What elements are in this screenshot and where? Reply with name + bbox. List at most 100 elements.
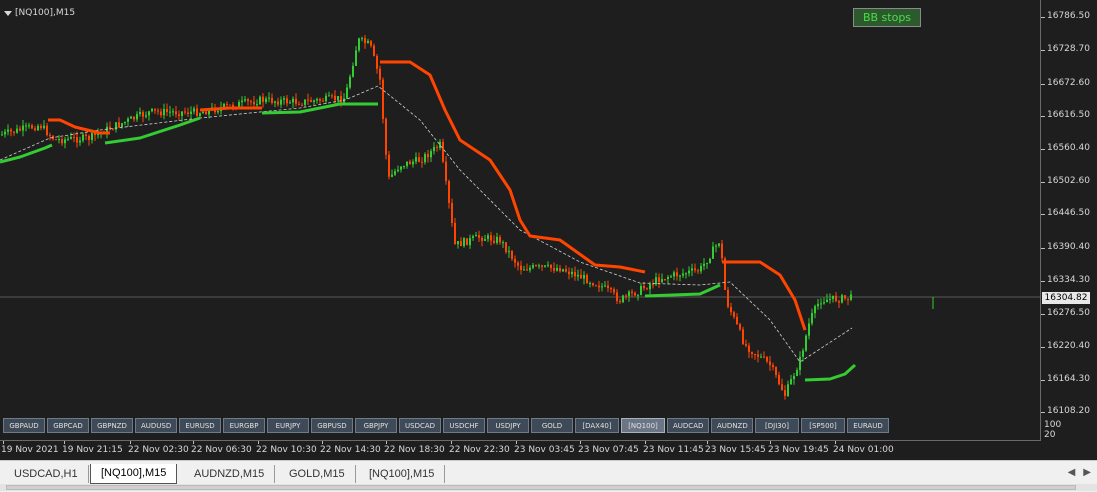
price-tick-mark — [1041, 314, 1045, 315]
indicator-scale: 100 20 — [1044, 420, 1061, 440]
time-tick-label: 23 Nov 15:45 — [705, 445, 766, 455]
bb-stops-label[interactable]: BB stops — [853, 8, 921, 27]
price-tick-mark — [1041, 17, 1045, 18]
candle-body — [505, 242, 507, 252]
symbol-button-gold[interactable]: GOLD — [531, 418, 573, 433]
candle-body — [262, 96, 264, 102]
symbol-button-dji30[interactable]: [DJI30] — [755, 418, 799, 433]
candle-body — [493, 240, 495, 243]
scroll-left-icon[interactable]: ◀ — [1068, 467, 1076, 478]
candle-body — [172, 111, 174, 113]
candle-body — [796, 370, 798, 376]
chart-area[interactable]: [NQ100],M15 BB stops GBPAUD GBPCAD GBPNZD A… — [0, 0, 1041, 441]
time-axis[interactable]: 19 Nov 2021 19 Nov 21:15 22 Nov 02:30 22 No… — [0, 441, 1097, 460]
candle-body — [37, 125, 39, 131]
symbol-button-gbpcad[interactable]: GBPCAD — [47, 418, 89, 433]
symbol-button-audcad[interactable]: AUDCAD — [667, 418, 709, 433]
candle-body — [133, 116, 135, 120]
price-tick-mark — [1041, 116, 1045, 117]
symbol-button-gbpusd[interactable]: GBPUSD — [311, 418, 353, 433]
price-tick-mark — [1041, 281, 1045, 282]
candle-body — [496, 236, 498, 243]
bb-stops — [0, 60, 857, 382]
candle-body — [346, 87, 348, 99]
symbol-button-gbpjpy[interactable]: GBPJPY — [355, 418, 397, 433]
time-tick-mark — [707, 441, 708, 444]
candle-body — [46, 125, 48, 136]
symbol-button-usdcad[interactable]: USDCAD — [399, 418, 441, 433]
candle-body — [217, 111, 219, 113]
symbol-button-euraud[interactable]: EURAUD — [847, 418, 889, 433]
candle-body — [811, 313, 813, 324]
price-tick-label: 16728.70 — [1047, 44, 1090, 54]
candle-body — [130, 116, 132, 119]
candle-body — [241, 100, 243, 102]
time-tick-mark — [835, 441, 836, 444]
scrollbar-thumb[interactable] — [6, 485, 1076, 490]
symbol-button-dax40[interactable]: [DAX40] — [575, 418, 619, 433]
candle-body — [661, 279, 663, 283]
candle-body — [730, 306, 732, 313]
candle-body — [676, 272, 678, 277]
candle-body — [247, 99, 249, 102]
price-scale[interactable]: 16786.50 16728.70 16672.60 16616.50 16560.40… — [1041, 0, 1097, 460]
chevron-down-icon[interactable] — [4, 10, 12, 16]
candle-body — [610, 288, 612, 290]
bb-stop-segment — [380, 60, 646, 274]
symbol-button-usdjpy[interactable]: USDJPY — [487, 418, 529, 433]
candle-body — [91, 133, 93, 140]
candle-body — [334, 95, 336, 101]
chart-tab-0[interactable]: USDCAD,H1 — [4, 465, 89, 483]
symbol-button-eurgbp[interactable]: EURGBP — [223, 418, 265, 433]
symbol-button-nq100[interactable]: [NQ100] — [621, 418, 665, 433]
candle-body — [67, 138, 69, 140]
candle-body — [292, 98, 294, 103]
candle-body — [412, 161, 414, 165]
candle-body — [73, 136, 75, 138]
candle-body — [637, 294, 639, 296]
candle-body — [769, 361, 771, 366]
candle-body — [433, 146, 435, 152]
candle-body — [508, 251, 510, 253]
candle-body — [439, 141, 441, 148]
symbol-title[interactable]: [NQ100],M15 — [4, 8, 75, 18]
symbol-button-eurjpy[interactable]: EURJPY — [267, 418, 309, 433]
bb-stop-segment — [722, 260, 807, 331]
candle-body — [256, 104, 258, 106]
scroll-right-icon[interactable]: ▶ — [1083, 467, 1091, 478]
time-tick-label: 22 Nov 02:30 — [128, 445, 189, 455]
candle-body — [424, 154, 426, 163]
time-tick-mark — [258, 441, 259, 444]
chart-tab-2[interactable]: AUDNZD,M15 — [184, 465, 276, 483]
candle-body — [511, 251, 513, 259]
symbol-button-audnzd[interactable]: AUDNZD — [711, 418, 753, 433]
horizontal-scrollbar[interactable] — [0, 484, 1097, 491]
candle-body — [76, 137, 78, 143]
candle-body — [535, 265, 537, 267]
chart-tab-3[interactable]: GOLD,M15 — [279, 465, 356, 483]
candle-body — [652, 284, 654, 286]
candle-body — [64, 139, 66, 144]
symbol-button-gbpaud[interactable]: GBPAUD — [3, 418, 45, 433]
candle-body — [82, 134, 84, 141]
candle-body — [22, 125, 24, 131]
candle-body — [361, 38, 363, 40]
candle-body — [385, 118, 387, 155]
chart-tab-4[interactable]: [NQ100],M15 — [359, 465, 446, 483]
candle-body — [754, 353, 756, 355]
symbol-button-audusd[interactable]: AUDUSD — [135, 418, 177, 433]
symbol-button-sp500[interactable]: [SP500] — [801, 418, 845, 433]
symbol-button-eurusd[interactable]: EURUSD — [179, 418, 221, 433]
candle-body — [313, 100, 315, 102]
time-tick-label: 19 Nov 2021 — [1, 445, 59, 455]
time-tick-label: 22 Nov 14:30 — [320, 445, 381, 455]
symbol-button-gbpnzd[interactable]: GBPNZD — [91, 418, 133, 433]
chart-tab-1[interactable]: [NQ100],M15 — [90, 464, 178, 484]
candle-body — [394, 171, 396, 175]
candle-body — [820, 303, 822, 305]
candle-body — [451, 202, 453, 223]
price-chart[interactable] — [0, 0, 1040, 440]
candle-body — [664, 279, 666, 281]
symbol-button-usdchf[interactable]: USDCHF — [443, 418, 485, 433]
candle-body — [721, 243, 723, 259]
